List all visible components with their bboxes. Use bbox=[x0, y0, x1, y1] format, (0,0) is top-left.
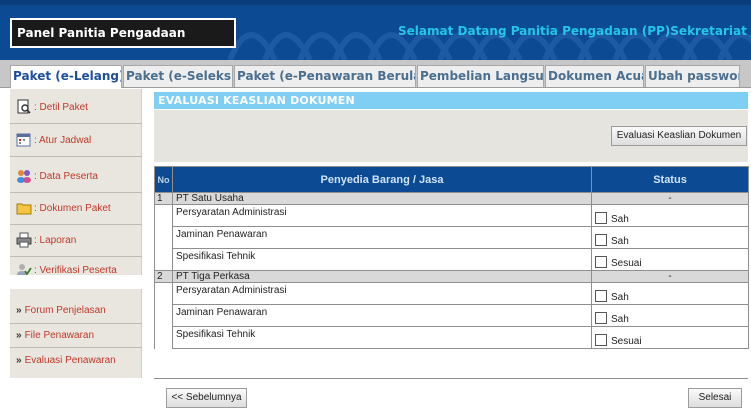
sidebar-gap bbox=[10, 275, 142, 289]
table-row: Persyaratan Administrasi Sah bbox=[154, 282, 749, 305]
calendar-icon bbox=[16, 133, 31, 147]
table-row: Jaminan Penawaran Sah bbox=[154, 226, 749, 249]
column-header-provider: Penyedia Barang / Jasa bbox=[172, 166, 592, 193]
sidebar-divider bbox=[10, 323, 142, 324]
sidebar-link-label: Forum Penjelasan bbox=[24, 305, 106, 316]
sidebar-link-evaluasi-penawaran[interactable]: » Evaluasi Penawaran bbox=[10, 350, 142, 372]
welcome-message: Selamat Datang Panitia Pengadaan (PP)Sek… bbox=[398, 24, 751, 38]
sidebar-item-label: : Detil Paket bbox=[34, 102, 88, 113]
sidebar-item-atur-jadwal[interactable]: : Atur Jadwal bbox=[10, 127, 142, 153]
document-label: Spesifikasi Tehnik bbox=[172, 248, 592, 271]
document-label: Persyaratan Administrasi bbox=[172, 204, 592, 227]
checkbox-label: Sesuai bbox=[611, 258, 642, 269]
empty-cell bbox=[154, 304, 173, 327]
sidebar-item-label: : Atur Jadwal bbox=[34, 135, 92, 146]
tab-paket-e-penawaran-berulang[interactable]: Paket (e-Penawaran Berulang) bbox=[234, 65, 416, 87]
sidebar-divider bbox=[10, 123, 142, 124]
evaluation-table: No Penyedia Barang / Jasa Status 1 PT Sa… bbox=[154, 166, 749, 349]
panel-title: Panel Panitia Pengadaan bbox=[10, 18, 236, 48]
sidebar-divider bbox=[10, 224, 142, 225]
check-cell[interactable]: Sah bbox=[591, 282, 749, 305]
document-label: Jaminan Penawaran bbox=[172, 226, 592, 249]
sidebar-item-label: : Data Peserta bbox=[34, 171, 98, 182]
tab-paket-e-lelang[interactable]: Paket (e-Lelang) bbox=[10, 65, 122, 88]
provider-name: PT Tiga Perkasa bbox=[172, 270, 592, 283]
sidebar-link-label: File Penawaran bbox=[24, 330, 95, 341]
sidebar-link-label: Evaluasi Penawaran bbox=[24, 355, 116, 366]
provider-status: - bbox=[591, 270, 749, 283]
empty-cell bbox=[154, 248, 173, 271]
sidebar-link-forum-penjelasan[interactable]: » Forum Penjelasan bbox=[10, 300, 142, 322]
tab-dokumen-acuan[interactable]: Dokumen Acuan bbox=[545, 65, 644, 87]
double-arrow-icon: » bbox=[16, 305, 22, 316]
evaluasi-keaslian-dokumen-button[interactable]: Evaluasi Keaslian Dokumen bbox=[611, 126, 747, 146]
sidebar-divider bbox=[10, 192, 142, 193]
double-arrow-icon: » bbox=[16, 355, 22, 366]
empty-cell bbox=[154, 282, 173, 305]
check-cell[interactable]: Sah bbox=[591, 204, 749, 227]
table-row: Persyaratan Administrasi Sah bbox=[154, 204, 749, 227]
page-title: EVALUASI KEASLIAN DOKUMEN bbox=[154, 92, 748, 109]
empty-cell bbox=[154, 326, 173, 349]
document-label: Jaminan Penawaran bbox=[172, 304, 592, 327]
users-icon bbox=[17, 170, 31, 183]
empty-cell bbox=[154, 204, 173, 227]
document-label: Spesifikasi Tehnik bbox=[172, 326, 592, 349]
sidebar-divider bbox=[10, 347, 142, 348]
sidebar-link-file-penawaran[interactable]: » File Penawaran bbox=[10, 325, 142, 347]
previous-button[interactable]: << Sebelumnya bbox=[166, 388, 247, 408]
checkbox[interactable] bbox=[595, 256, 607, 268]
sidebar-item-data-peserta[interactable]: : Data Peserta bbox=[10, 163, 142, 189]
checkbox[interactable] bbox=[595, 212, 607, 224]
sidebar-item-label: : Laporan bbox=[34, 235, 77, 246]
check-cell[interactable]: Sah bbox=[591, 226, 749, 249]
sidebar-item-dokumen-paket[interactable]: : Dokumen Paket bbox=[10, 195, 142, 221]
checkbox-label: Sah bbox=[611, 292, 629, 303]
checkbox-label: Sah bbox=[611, 314, 629, 325]
checkbox-label: Sesuai bbox=[611, 336, 642, 347]
document-search-icon bbox=[17, 99, 31, 114]
checkbox[interactable] bbox=[595, 334, 607, 346]
finish-button[interactable]: Selesai bbox=[688, 388, 742, 408]
checkbox[interactable] bbox=[595, 234, 607, 246]
provider-name: PT Satu Usaha bbox=[172, 192, 592, 205]
provider-row: 1 PT Satu Usaha - bbox=[154, 192, 749, 205]
folder-icon bbox=[16, 203, 32, 215]
checkbox-label: Sah bbox=[611, 236, 629, 247]
provider-row: 2 PT Tiga Perkasa - bbox=[154, 270, 749, 283]
checkbox-label: Sah bbox=[611, 214, 629, 225]
printer-icon bbox=[16, 232, 32, 248]
sidebar-divider bbox=[10, 156, 142, 157]
sidebar-item-laporan[interactable]: : Laporan bbox=[10, 227, 142, 253]
column-header-no: No bbox=[154, 166, 173, 193]
table-bottom-divider bbox=[154, 378, 748, 379]
table-row: Spesifikasi Tehnik Sesuai bbox=[154, 326, 749, 349]
header-banner: Panel Panitia Pengadaan Selamat Datang P… bbox=[0, 0, 751, 60]
document-label: Persyaratan Administrasi bbox=[172, 282, 592, 305]
tab-bar: Paket (e-Lelang) Paket (e-Seleksi) Paket… bbox=[0, 60, 751, 88]
check-cell[interactable]: Sah bbox=[591, 304, 749, 327]
checkbox[interactable] bbox=[595, 312, 607, 324]
table-row: Spesifikasi Tehnik Sesuai bbox=[154, 248, 749, 271]
app-window: Panel Panitia Pengadaan Selamat Datang P… bbox=[0, 0, 751, 409]
tab-paket-e-seleksi[interactable]: Paket (e-Seleksi) bbox=[123, 65, 233, 87]
tab-ubah-password[interactable]: Ubah password bbox=[645, 65, 740, 87]
provider-number: 2 bbox=[154, 270, 173, 283]
provider-status: - bbox=[591, 192, 749, 205]
provider-number: 1 bbox=[154, 192, 173, 205]
double-arrow-icon: » bbox=[16, 330, 22, 341]
table-row: Jaminan Penawaran Sah bbox=[154, 304, 749, 327]
check-cell[interactable]: Sesuai bbox=[591, 326, 749, 349]
check-cell[interactable]: Sesuai bbox=[591, 248, 749, 271]
column-header-status: Status bbox=[591, 166, 749, 193]
tab-pembelian-langsung[interactable]: Pembelian Langsung bbox=[417, 65, 544, 87]
empty-cell bbox=[154, 226, 173, 249]
table-header-row: No Penyedia Barang / Jasa Status bbox=[154, 166, 749, 193]
sidebar: : Detil Paket : Atur Jadwal : Data Peser… bbox=[10, 89, 142, 378]
sidebar-item-detil-paket[interactable]: : Detil Paket bbox=[10, 94, 142, 120]
sidebar-item-label: : Dokumen Paket bbox=[34, 203, 111, 214]
checkbox[interactable] bbox=[595, 290, 607, 302]
